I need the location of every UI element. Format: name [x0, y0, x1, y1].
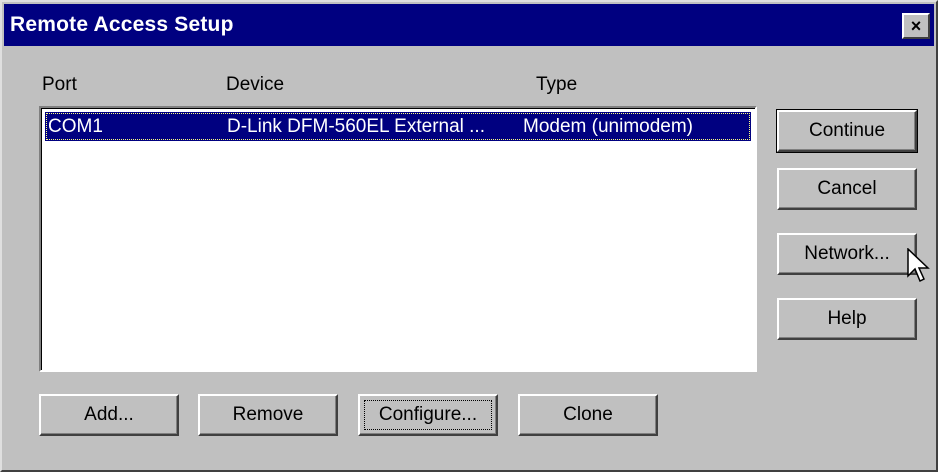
add-button[interactable]: Add...: [39, 394, 179, 436]
clone-button[interactable]: Clone: [518, 394, 658, 436]
window-title: Remote Access Setup: [10, 13, 234, 36]
port-cell: COM1: [48, 116, 103, 137]
device-cell: D-Link DFM-560EL External ...: [227, 116, 485, 137]
remove-button[interactable]: Remove: [198, 394, 338, 436]
title-bar[interactable]: Remote Access Setup ×: [4, 4, 934, 46]
port-list[interactable]: COM1 D-Link DFM-560EL External ... Modem…: [39, 106, 757, 372]
type-cell: Modem (unimodem): [523, 116, 693, 137]
configure-button[interactable]: Configure...: [358, 394, 498, 436]
mouse-pointer-icon: [907, 248, 930, 283]
close-icon: ×: [910, 16, 922, 36]
remote-access-setup-dialog: Remote Access Setup × Port Device Type C…: [0, 0, 938, 472]
column-header-device: Device: [226, 74, 285, 95]
network-button[interactable]: Network...: [777, 233, 917, 275]
cancel-button[interactable]: Cancel: [777, 168, 917, 210]
column-header-port: Port: [42, 74, 77, 95]
column-header-type: Type: [536, 74, 578, 95]
help-button[interactable]: Help: [777, 298, 917, 340]
continue-button[interactable]: Continue: [776, 109, 918, 153]
port-list-row-selected[interactable]: COM1 D-Link DFM-560EL External ... Modem…: [45, 112, 751, 141]
close-button[interactable]: ×: [902, 13, 930, 39]
